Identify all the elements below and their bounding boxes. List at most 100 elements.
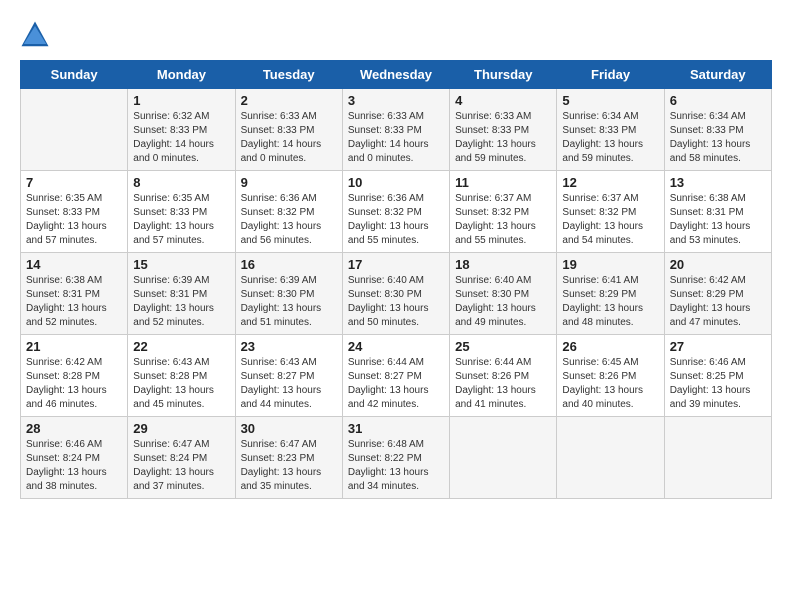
day-info: Sunrise: 6:46 AM Sunset: 8:24 PM Dayligh…: [26, 438, 122, 494]
day-number: 21: [26, 339, 122, 354]
day-number: 18: [455, 257, 551, 272]
day-cell: 15 Sunrise: 6:39 AM Sunset: 8:31 PM Dayli…: [128, 253, 235, 335]
day-info: Sunrise: 6:46 AM Sunset: 8:25 PM Dayligh…: [670, 356, 766, 412]
day-cell: 22Sunrise: 6:43 AM Sunset: 8:28 PM Dayli…: [128, 335, 235, 417]
day-cell: 8 Sunrise: 6:35 AM Sunset: 8:33 PM Daylig…: [128, 171, 235, 253]
day-cell: 23 Sunrise: 6:43 AM Sunset: 8:27 PM Dayli…: [235, 335, 342, 417]
day-number: 12: [562, 175, 658, 190]
day-cell: 12 Sunrise: 6:37 AM Sunset: 8:32 PM Dayli…: [557, 171, 664, 253]
day-cell: 1 Sunrise: 6:32 AM Sunset: 8:33 PM Daylig…: [128, 89, 235, 171]
day-info: Sunrise: 6:37 AM Sunset: 8:32 PM Dayligh…: [562, 192, 658, 248]
day-cell: 6 Sunrise: 6:34 AM Sunset: 8:33 PM Daylig…: [664, 89, 771, 171]
day-info: Sunrise: 6:33 AM Sunset: 8:33 PM Dayligh…: [455, 110, 551, 166]
day-info: Sunrise: 6:35 AM Sunset: 8:33 PM Dayligh…: [26, 192, 122, 248]
day-cell: 20 Sunrise: 6:42 AM Sunset: 8:29 PM Dayli…: [664, 253, 771, 335]
day-cell: 24 Sunrise: 6:44 AM Sunset: 8:27 PM Dayli…: [342, 335, 449, 417]
day-cell: [557, 417, 664, 499]
day-cell: 16 Sunrise: 6:39 AM Sunset: 8:30 PM Dayli…: [235, 253, 342, 335]
day-cell: 31 Sunrise: 6:48 AM Sunset: 8:22 PM Dayli…: [342, 417, 449, 499]
week-row-1: 1 Sunrise: 6:32 AM Sunset: 8:33 PM Daylig…: [21, 89, 772, 171]
day-cell: 13Sunrise: 6:38 AM Sunset: 8:31 PM Dayli…: [664, 171, 771, 253]
day-info: Sunrise: 6:39 AM Sunset: 8:31 PM Dayligh…: [133, 274, 229, 330]
day-info: Sunrise: 6:48 AM Sunset: 8:22 PM Dayligh…: [348, 438, 444, 494]
day-info: Sunrise: 6:35 AM Sunset: 8:33 PM Dayligh…: [133, 192, 229, 248]
day-info: Sunrise: 6:43 AM Sunset: 8:27 PM Dayligh…: [241, 356, 337, 412]
day-number: 30: [241, 421, 337, 436]
day-number: 11: [455, 175, 551, 190]
day-info: Sunrise: 6:43 AM Sunset: 8:28 PM Dayligh…: [133, 356, 229, 412]
day-cell: 18 Sunrise: 6:40 AM Sunset: 8:30 PM Dayli…: [450, 253, 557, 335]
day-cell: 17 Sunrise: 6:40 AM Sunset: 8:30 PM Dayli…: [342, 253, 449, 335]
day-number: 31: [348, 421, 444, 436]
day-cell: 7 Sunrise: 6:35 AM Sunset: 8:33 PM Daylig…: [21, 171, 128, 253]
day-info: Sunrise: 6:47 AM Sunset: 8:23 PM Dayligh…: [241, 438, 337, 494]
week-row-5: 28 Sunrise: 6:46 AM Sunset: 8:24 PM Dayli…: [21, 417, 772, 499]
day-info: Sunrise: 6:38 AM Sunset: 8:31 PM Dayligh…: [26, 274, 122, 330]
day-number: 15: [133, 257, 229, 272]
day-cell: 26 Sunrise: 6:45 AM Sunset: 8:26 PM Dayli…: [557, 335, 664, 417]
day-cell: 10 Sunrise: 6:36 AM Sunset: 8:32 PM Dayli…: [342, 171, 449, 253]
day-cell: [450, 417, 557, 499]
day-number: 4: [455, 93, 551, 108]
day-cell: [21, 89, 128, 171]
day-number: 16: [241, 257, 337, 272]
day-number: 17: [348, 257, 444, 272]
day-info: Sunrise: 6:45 AM Sunset: 8:26 PM Dayligh…: [562, 356, 658, 412]
day-number: 29: [133, 421, 229, 436]
day-info: Sunrise: 6:33 AM Sunset: 8:33 PM Dayligh…: [241, 110, 337, 166]
calendar-table: Sunday Monday Tuesday Wednesday Thursday…: [20, 60, 772, 499]
day-info: Sunrise: 6:37 AM Sunset: 8:32 PM Dayligh…: [455, 192, 551, 248]
col-friday: Friday: [557, 61, 664, 89]
day-info: Sunrise: 6:32 AM Sunset: 8:33 PM Dayligh…: [133, 110, 229, 166]
day-number: 5: [562, 93, 658, 108]
day-info: Sunrise: 6:38 AM Sunset: 8:31 PM Dayligh…: [670, 192, 766, 248]
day-number: 2: [241, 93, 337, 108]
day-info: Sunrise: 6:41 AM Sunset: 8:29 PM Dayligh…: [562, 274, 658, 330]
day-info: Sunrise: 6:40 AM Sunset: 8:30 PM Dayligh…: [455, 274, 551, 330]
page-header: [20, 20, 772, 50]
day-number: 1: [133, 93, 229, 108]
day-info: Sunrise: 6:34 AM Sunset: 8:33 PM Dayligh…: [670, 110, 766, 166]
day-cell: 28 Sunrise: 6:46 AM Sunset: 8:24 PM Dayli…: [21, 417, 128, 499]
day-number: 8: [133, 175, 229, 190]
day-number: 7: [26, 175, 122, 190]
day-number: 20: [670, 257, 766, 272]
day-info: Sunrise: 6:42 AM Sunset: 8:29 PM Dayligh…: [670, 274, 766, 330]
day-cell: 25Sunrise: 6:44 AM Sunset: 8:26 PM Dayli…: [450, 335, 557, 417]
day-info: Sunrise: 6:44 AM Sunset: 8:27 PM Dayligh…: [348, 356, 444, 412]
day-cell: 5 Sunrise: 6:34 AM Sunset: 8:33 PM Daylig…: [557, 89, 664, 171]
day-info: Sunrise: 6:36 AM Sunset: 8:32 PM Dayligh…: [348, 192, 444, 248]
day-number: 19: [562, 257, 658, 272]
day-info: Sunrise: 6:33 AM Sunset: 8:33 PM Dayligh…: [348, 110, 444, 166]
day-info: Sunrise: 6:44 AM Sunset: 8:26 PM Dayligh…: [455, 356, 551, 412]
col-wednesday: Wednesday: [342, 61, 449, 89]
day-info: Sunrise: 6:47 AM Sunset: 8:24 PM Dayligh…: [133, 438, 229, 494]
day-info: Sunrise: 6:40 AM Sunset: 8:30 PM Dayligh…: [348, 274, 444, 330]
day-cell: 29 Sunrise: 6:47 AM Sunset: 8:24 PM Dayli…: [128, 417, 235, 499]
day-cell: 3 Sunrise: 6:33 AM Sunset: 8:33 PM Daylig…: [342, 89, 449, 171]
day-number: 23: [241, 339, 337, 354]
day-cell: 14 Sunrise: 6:38 AM Sunset: 8:31 PM Dayli…: [21, 253, 128, 335]
day-info: Sunrise: 6:39 AM Sunset: 8:30 PM Dayligh…: [241, 274, 337, 330]
day-number: 27: [670, 339, 766, 354]
day-cell: 11 Sunrise: 6:37 AM Sunset: 8:32 PM Dayli…: [450, 171, 557, 253]
week-row-3: 14 Sunrise: 6:38 AM Sunset: 8:31 PM Dayli…: [21, 253, 772, 335]
day-number: 3: [348, 93, 444, 108]
day-info: Sunrise: 6:36 AM Sunset: 8:32 PM Dayligh…: [241, 192, 337, 248]
day-cell: 30 Sunrise: 6:47 AM Sunset: 8:23 PM Dayli…: [235, 417, 342, 499]
col-monday: Monday: [128, 61, 235, 89]
day-info: Sunrise: 6:34 AM Sunset: 8:33 PM Dayligh…: [562, 110, 658, 166]
day-number: 28: [26, 421, 122, 436]
day-number: 14: [26, 257, 122, 272]
day-cell: 21 Sunrise: 6:42 AM Sunset: 8:28 PM Dayli…: [21, 335, 128, 417]
logo-icon: [20, 20, 50, 50]
day-number: 24: [348, 339, 444, 354]
day-number: 6: [670, 93, 766, 108]
day-info: Sunrise: 6:42 AM Sunset: 8:28 PM Dayligh…: [26, 356, 122, 412]
col-sunday: Sunday: [21, 61, 128, 89]
day-number: 26: [562, 339, 658, 354]
day-number: 10: [348, 175, 444, 190]
week-row-4: 21 Sunrise: 6:42 AM Sunset: 8:28 PM Dayli…: [21, 335, 772, 417]
days-of-week-row: Sunday Monday Tuesday Wednesday Thursday…: [21, 61, 772, 89]
calendar-header: Sunday Monday Tuesday Wednesday Thursday…: [21, 61, 772, 89]
